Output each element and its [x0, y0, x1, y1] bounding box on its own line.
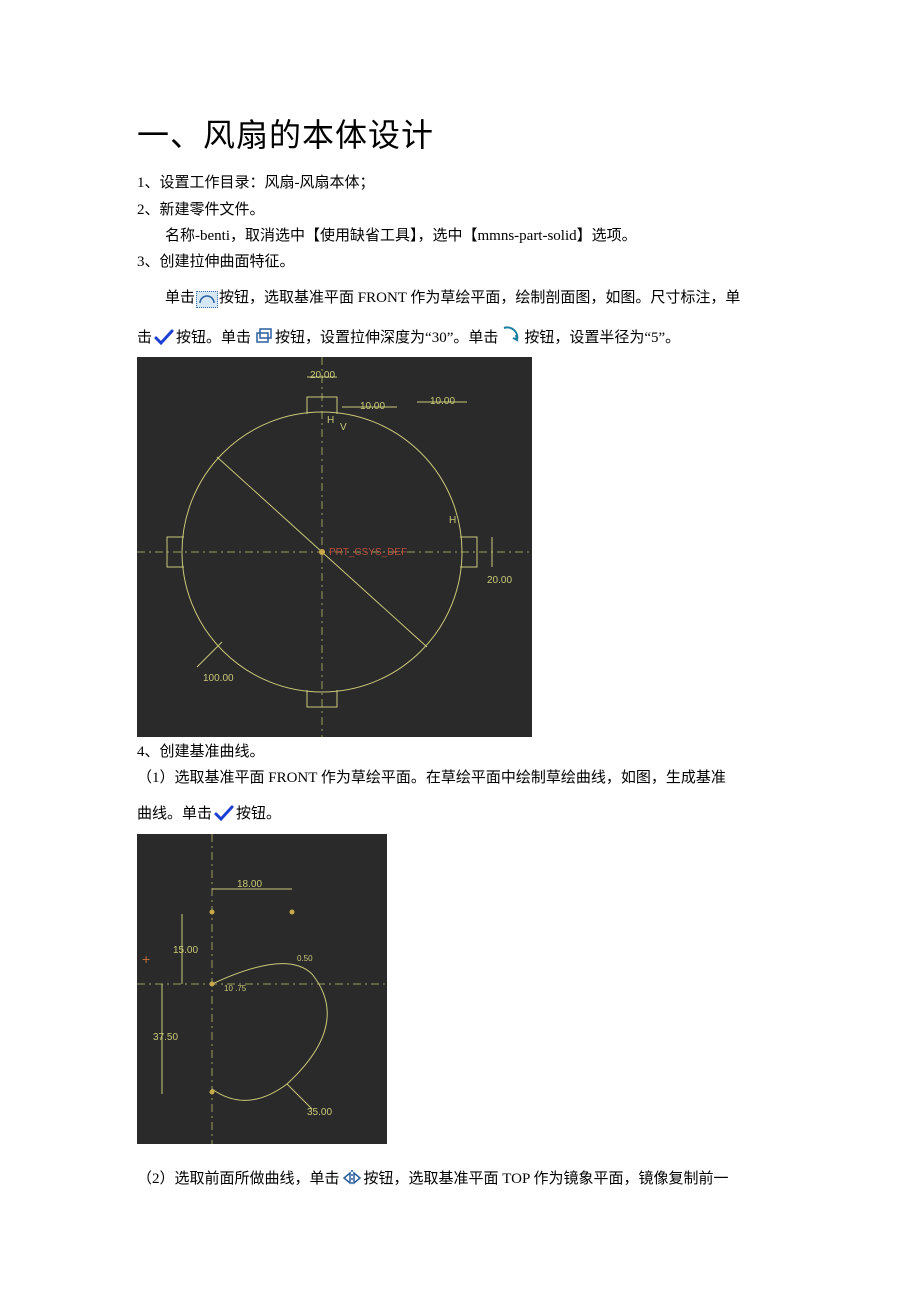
body-text: 1、设置工作目录：风扇-风扇本体； 2、新建零件文件。 名称-benti，取消选… — [137, 170, 795, 1192]
step-1: 1、设置工作目录：风扇-风扇本体； — [137, 170, 795, 196]
dim-label: 10.00 — [430, 393, 455, 411]
text: 按钮。 — [236, 806, 281, 822]
check-icon — [213, 804, 235, 831]
text: 按钮。单击 — [176, 330, 251, 346]
text: 按钮，设置半径为“5”。 — [524, 330, 680, 346]
dim-label: 100.00 — [203, 670, 234, 688]
dim-label: 37.50 — [153, 1029, 178, 1047]
mirror-icon — [341, 1169, 363, 1187]
check-icon — [153, 328, 175, 355]
plus-icon: + — [142, 947, 150, 972]
step-4-line-b: 曲线。单击 按钮。 — [137, 801, 795, 831]
page-title: 一、风扇的本体设计 — [137, 108, 795, 162]
dim-label: 10.00 — [360, 398, 385, 416]
sweep-icon — [499, 324, 523, 355]
dim-label: 20.00 — [487, 572, 512, 590]
text: 曲线。单击 — [137, 806, 212, 822]
angle-label: 10 .75 — [224, 982, 246, 996]
text: 击 — [137, 330, 152, 346]
arc-icon — [196, 291, 218, 308]
figure-2-sketch: 18.00 15.00 37.50 35.00 0.50 10 .75 + — [137, 834, 387, 1144]
text: 单击 — [165, 290, 195, 306]
text: 按钮，选取基准平面 TOP 作为镜象平面，镜像复制前一 — [364, 1171, 729, 1187]
csys-label: PRT_CSYS_DEF — [329, 544, 407, 562]
step-3: 3、创建拉伸曲面特征。 — [137, 249, 795, 275]
dim-label: 20.00 — [310, 367, 335, 385]
v-label: V — [340, 419, 347, 437]
step-3-line-b: 击 按钮。单击 按钮，设置拉伸深度为“30”。单击 按钮，设置半径为“5”。 — [137, 324, 795, 355]
step-4-line-a: （1）选取基准平面 FRONT 作为草绘平面。在草绘平面中绘制草绘曲线，如图，生… — [137, 765, 795, 791]
h-label: H — [327, 412, 334, 430]
text: 按钮，选取基准平面 FRONT 作为草绘平面，绘制剖面图，如图。尺寸标注，单 — [219, 290, 740, 306]
extrude-icon — [252, 326, 274, 355]
h-label: H — [449, 512, 456, 530]
dim-label: 0.50 — [297, 952, 313, 966]
step-2: 2、新建零件文件。 — [137, 197, 795, 223]
step-4: 4、创建基准曲线。 — [137, 739, 795, 765]
step-4-line-c: （2）选取前面所做曲线，单击 按钮，选取基准平面 TOP 作为镜象平面，镜像复制前… — [137, 1166, 795, 1192]
dim-label: 35.00 — [307, 1104, 332, 1122]
step-2-detail: 名称-benti，取消选中【使用缺省工具】，选中【mmns-part-solid… — [137, 223, 795, 249]
text: 按钮，设置拉伸深度为“30”。单击 — [275, 330, 498, 346]
figure-1-sketch: 20.00 10.00 10.00 20.00 100.00 PRT_CSYS_… — [137, 357, 532, 737]
step-3-line-a: 单击 按钮，选取基准平面 FRONT 作为草绘平面，绘制剖面图，如图。尺寸标注，单 — [137, 285, 795, 311]
text: （2）选取前面所做曲线，单击 — [137, 1171, 340, 1187]
dim-label: 15.00 — [173, 942, 198, 960]
dim-label: 18.00 — [237, 876, 262, 894]
